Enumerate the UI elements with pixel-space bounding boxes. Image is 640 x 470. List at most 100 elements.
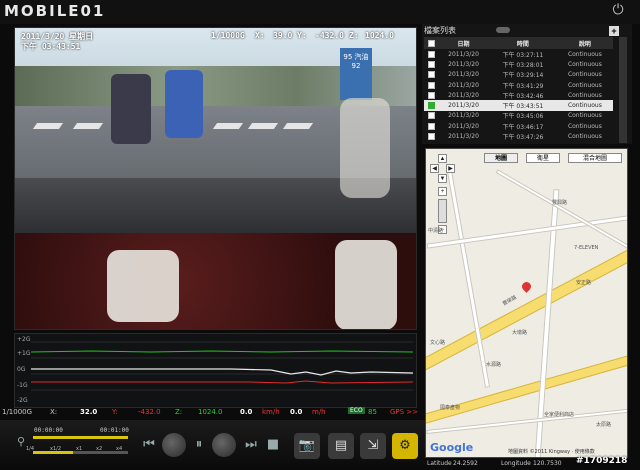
header-time[interactable]: 時間 bbox=[489, 37, 557, 49]
file-checkbox[interactable] bbox=[427, 133, 435, 141]
save-export-icon[interactable]: ⇲ bbox=[360, 433, 386, 459]
gps-toggle[interactable]: GPS >> bbox=[390, 408, 418, 416]
readout-y-label: Y: bbox=[112, 408, 118, 416]
map-credit[interactable]: 地圖資料 ©2011 Kingway · 使用條款 bbox=[508, 448, 595, 455]
snapshot-camera-icon[interactable]: 📷 bbox=[294, 433, 320, 459]
map-main-road bbox=[426, 238, 627, 372]
file-date: 2011/3/20 bbox=[448, 60, 479, 68]
map-label: 豐榮路 bbox=[501, 294, 518, 308]
file-list-title: 檔案列表 bbox=[424, 26, 456, 35]
map-pan-down[interactable]: ▼ bbox=[438, 174, 447, 183]
osd-z-value: 1024.0 bbox=[365, 31, 394, 40]
map-street bbox=[495, 169, 627, 253]
file-row[interactable]: 2011/3/20 下午 03:45:06 Continuous bbox=[424, 111, 613, 121]
map-zoom-in[interactable]: + bbox=[438, 187, 447, 196]
time-end: 00:01:00 bbox=[100, 427, 129, 434]
file-checkbox[interactable] bbox=[427, 122, 435, 130]
file-row[interactable]: 2011/3/20 下午 03:42:46 Continuous bbox=[424, 90, 613, 100]
file-time: 下午 03:47:26 bbox=[502, 134, 544, 142]
file-list-scrollbar[interactable] bbox=[619, 37, 627, 143]
file-row[interactable]: 2011/3/20 下午 03:27:11 Continuous bbox=[424, 49, 613, 59]
file-desc: Continuous bbox=[567, 91, 602, 99]
file-row[interactable]: 2011/3/20 下午 03:29:14 Continuous bbox=[424, 70, 613, 80]
readout-resolution: 1/1000G bbox=[2, 408, 33, 416]
gas-price-sign: 95 汽油 92 bbox=[340, 48, 372, 100]
file-date: 2011/3/20 bbox=[448, 91, 479, 99]
file-time: 下午 03:45:06 bbox=[502, 113, 544, 121]
eco-badge: ECO bbox=[348, 407, 365, 414]
map-zoom-slider[interactable] bbox=[438, 199, 447, 223]
speed-tick: x4 bbox=[116, 446, 123, 452]
map-pan-up[interactable]: ▲ bbox=[438, 154, 447, 163]
video-viewport[interactable]: 95 汽油 92 2011/3/20 星期日 下午 03:43:51 1/100… bbox=[14, 27, 417, 330]
speed-tick: 1/4 bbox=[26, 446, 35, 452]
file-row[interactable]: 2011/3/20 下午 03:43:51 Continuous bbox=[424, 100, 613, 111]
power-icon[interactable]: ⏻ bbox=[610, 2, 626, 18]
file-checkbox[interactable] bbox=[427, 102, 435, 110]
print-icon[interactable]: ▤ bbox=[328, 433, 354, 459]
crosswalk-stripe bbox=[72, 123, 104, 129]
file-desc: Continuous bbox=[567, 133, 602, 141]
speed-tick: x1/2 bbox=[50, 446, 62, 452]
map-label: 安正路 bbox=[576, 280, 592, 286]
osd-x-label: X: bbox=[255, 31, 265, 40]
readout-z-label: Z: bbox=[175, 408, 183, 416]
crosswalk-stripe bbox=[247, 123, 279, 129]
map-pan-left[interactable]: ◀ bbox=[430, 164, 439, 173]
file-row[interactable]: 2011/3/20 下午 03:47:26 Continuous bbox=[424, 131, 613, 141]
file-row[interactable]: 2011/3/20 下午 03:46:17 Continuous bbox=[424, 121, 613, 131]
location-pin-icon[interactable] bbox=[520, 280, 533, 293]
settings-gear-icon[interactable]: ⚙ bbox=[392, 433, 418, 459]
file-checkbox[interactable] bbox=[427, 71, 435, 79]
select-all-checkbox[interactable] bbox=[427, 39, 435, 47]
file-row[interactable]: 2011/3/20 下午 03:41:29 Continuous bbox=[424, 80, 613, 90]
readout-speed-unit: km/h bbox=[262, 408, 280, 416]
gps-map[interactable]: 地圖 衛星 混合地圖 ▲ ◀ ▶ ▼ + − 7-ELEVEN 豐榮路 安正路 … bbox=[425, 148, 628, 458]
seek-bar[interactable] bbox=[33, 436, 128, 439]
file-time: 下午 03:41:29 bbox=[502, 82, 544, 90]
map-tab-map[interactable]: 地圖 bbox=[484, 153, 518, 163]
previous-file-button[interactable]: ⏮ bbox=[138, 433, 160, 457]
stop-button[interactable]: ■ bbox=[262, 433, 284, 457]
forward-button[interactable] bbox=[212, 433, 236, 457]
add-file-button[interactable]: + bbox=[609, 26, 619, 36]
readout-y-value: -432.0 bbox=[138, 408, 161, 416]
next-file-button[interactable]: ⏭ bbox=[240, 433, 262, 457]
waveform-label: -1G bbox=[17, 382, 28, 389]
map-pan-right[interactable]: ▶ bbox=[446, 164, 455, 173]
map-tab-satellite[interactable]: 衛星 bbox=[526, 153, 560, 163]
osd-x-value: 39.0 bbox=[273, 31, 293, 40]
pause-button[interactable]: ⏸ bbox=[188, 433, 210, 457]
file-checkbox[interactable] bbox=[427, 50, 435, 58]
osd-y-label: Y: bbox=[297, 31, 307, 40]
header-desc[interactable]: 說明 bbox=[556, 37, 613, 49]
rewind-button[interactable] bbox=[162, 433, 186, 457]
waveform-label: 0G bbox=[17, 366, 26, 373]
file-checkbox[interactable] bbox=[427, 60, 435, 68]
waveform-y-trace bbox=[31, 380, 413, 384]
crosswalk-stripe bbox=[282, 123, 314, 129]
map-label: 中清路 bbox=[428, 228, 444, 234]
file-row[interactable]: 2011/3/20 下午 03:28:01 Continuous bbox=[424, 59, 613, 69]
header-date[interactable]: 日期 bbox=[438, 37, 490, 49]
panel-scroll-knob[interactable] bbox=[496, 27, 510, 33]
map-label: 豐興路 bbox=[552, 200, 568, 206]
latitude-value: 24.2592 bbox=[453, 460, 478, 467]
readout-speed-value: 0.0 bbox=[240, 408, 253, 416]
map-label: 大墩路 bbox=[512, 330, 528, 336]
osd-y-value: -432.0 bbox=[315, 31, 344, 40]
file-time: 下午 03:27:11 bbox=[502, 51, 544, 59]
file-checkbox[interactable] bbox=[427, 91, 435, 99]
latitude-label: Latitude bbox=[427, 460, 452, 467]
file-date: 2011/3/20 bbox=[438, 100, 490, 111]
longitude-value: 120.7530 bbox=[533, 460, 562, 467]
map-label: 太原路 bbox=[596, 422, 612, 428]
file-checkbox[interactable] bbox=[427, 81, 435, 89]
readout-z-value: 1024.0 bbox=[198, 408, 223, 416]
crosswalk-stripe bbox=[212, 123, 244, 129]
osd-resolution: 1/1000G bbox=[211, 31, 245, 40]
file-list-header: 日期 時間 說明 bbox=[424, 37, 613, 49]
file-checkbox[interactable] bbox=[427, 112, 435, 120]
file-time: 下午 03:42:46 bbox=[502, 92, 544, 100]
map-tab-hybrid[interactable]: 混合地圖 bbox=[568, 153, 622, 163]
